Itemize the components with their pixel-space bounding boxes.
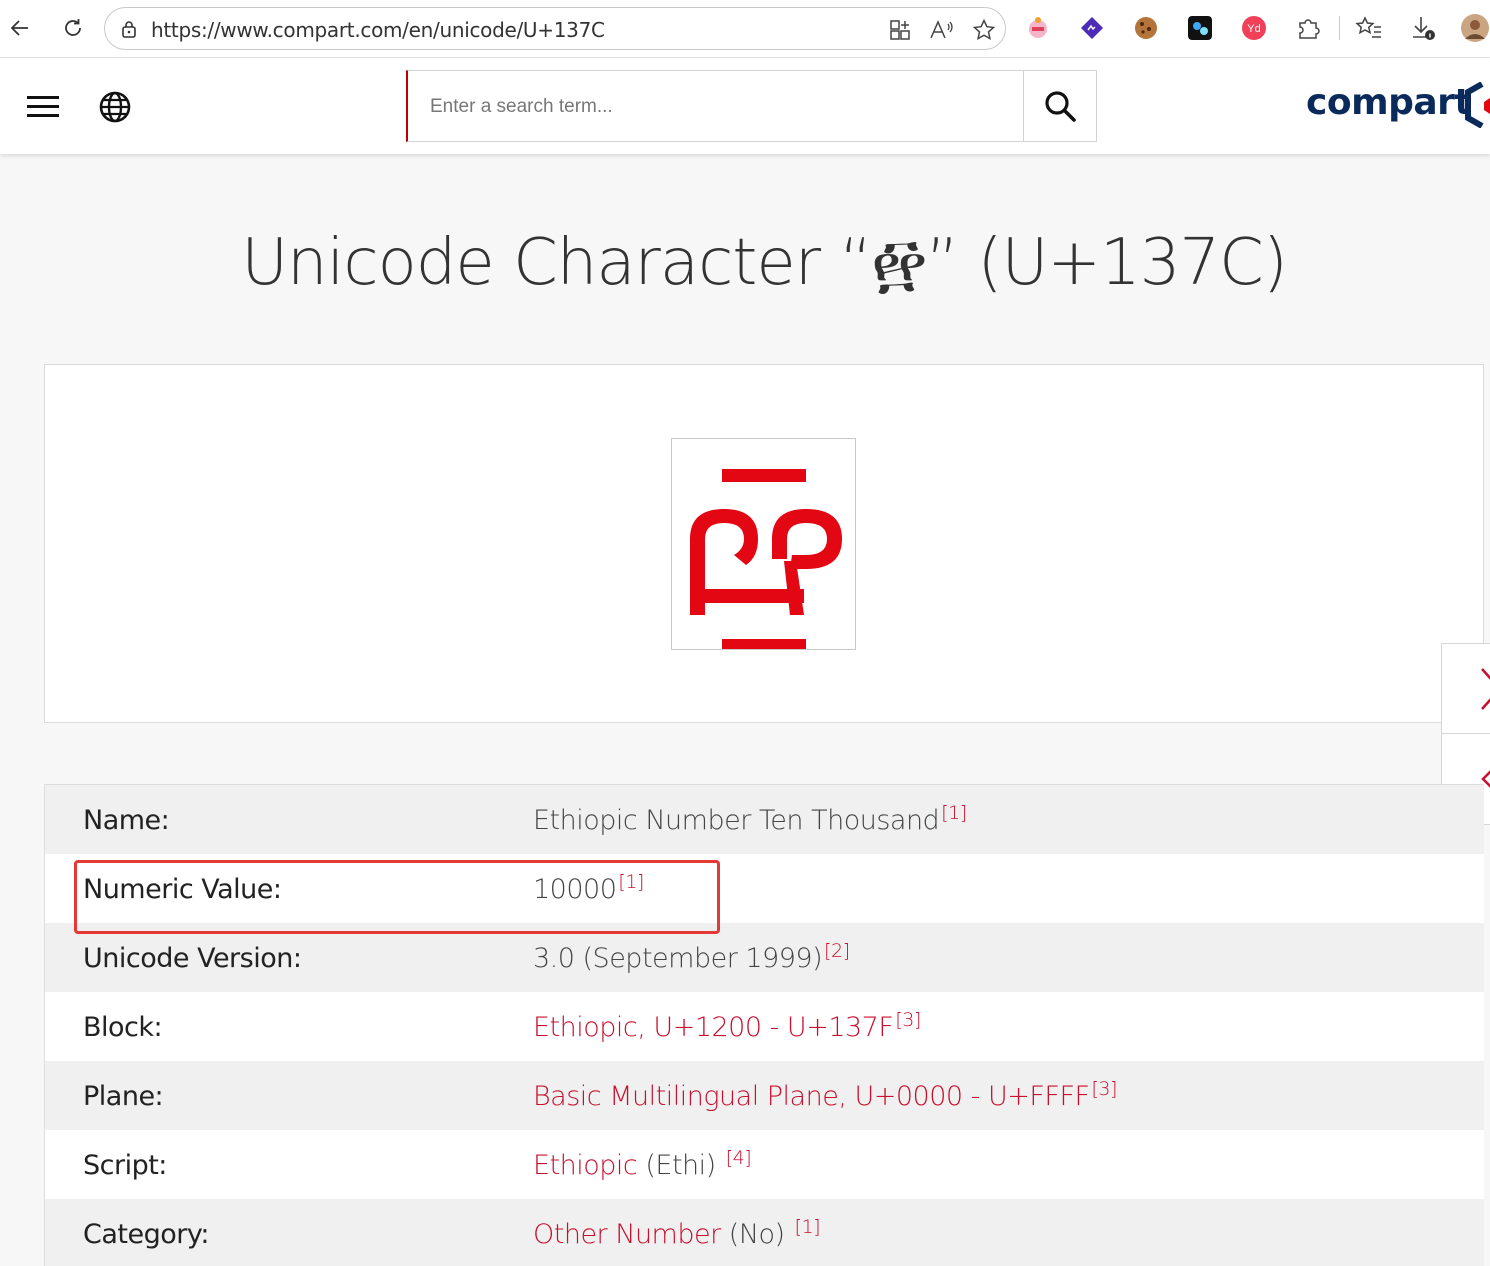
- table-row: Name: Ethiopic Number Ten Thousand [1]: [45, 785, 1484, 854]
- back-button[interactable]: [4, 12, 36, 44]
- script-link[interactable]: Ethiopic: [533, 1150, 638, 1181]
- refresh-icon: [65, 19, 81, 36]
- extensions-puzzle-icon[interactable]: [1293, 13, 1323, 43]
- next-character-button[interactable]: [1442, 644, 1490, 734]
- reference-link[interactable]: [3]: [895, 1009, 921, 1031]
- properties-table: Name: Ethiopic Number Ten Thousand [1] Nu…: [44, 784, 1484, 1266]
- extension-4-icon[interactable]: [1185, 13, 1215, 43]
- yd-extension-icon[interactable]: Yd: [1239, 13, 1269, 43]
- menu-icon[interactable]: [27, 96, 59, 118]
- script-code: (Ethi): [637, 1150, 724, 1181]
- value-text: 3.0 (September 1999): [533, 943, 823, 974]
- property-label: Script:: [83, 1150, 167, 1181]
- property-label: Block:: [83, 1012, 163, 1043]
- block-link[interactable]: Ethiopic, U+1200 - U+137F: [533, 1012, 894, 1043]
- downloads-icon[interactable]: [1408, 13, 1438, 43]
- globe-icon[interactable]: [98, 90, 132, 129]
- category-link[interactable]: Other Number: [533, 1219, 721, 1250]
- site-header: compart: [0, 58, 1490, 154]
- category-code: (No): [720, 1219, 793, 1250]
- property-value: Basic Multilingual Plane, U+0000 - U+FFF…: [533, 1078, 1118, 1113]
- read-aloud-icon[interactable]: [929, 17, 955, 43]
- search-input[interactable]: [430, 91, 1020, 123]
- property-label: Unicode Version:: [83, 943, 302, 974]
- compart-logo-mark: [1464, 81, 1490, 133]
- property-value: Ethiopic, U+1200 - U+137F [3]: [533, 1009, 921, 1044]
- table-row: Plane: Basic Multilingual Plane, U+0000 …: [45, 1061, 1484, 1130]
- plane-link[interactable]: Basic Multilingual Plane, U+0000 - U+FFF…: [533, 1081, 1090, 1112]
- property-value: Other Number (No) [1]: [533, 1216, 821, 1251]
- lock-icon: [119, 19, 139, 44]
- toolbar-separator: [1339, 16, 1340, 40]
- browser-toolbar: https://www.compart.com/en/unicode/U+137…: [0, 0, 1490, 58]
- address-bar[interactable]: https://www.compart.com/en/unicode/U+137…: [104, 7, 1006, 50]
- ethiopic-ten-thousand-glyph: [690, 469, 842, 652]
- url-text: https://www.compart.com/en/unicode/U+137…: [151, 18, 605, 42]
- cookie-extension-icon[interactable]: [1131, 13, 1161, 43]
- property-value: 3.0 (September 1999) [2]: [533, 940, 850, 975]
- property-label: Category:: [83, 1219, 209, 1250]
- refresh-button[interactable]: [57, 12, 89, 44]
- reference-link[interactable]: [1]: [941, 802, 967, 824]
- property-value: Ethiopic Number Ten Thousand [1]: [533, 802, 967, 837]
- property-label: Name:: [83, 805, 170, 836]
- property-label: Plane:: [83, 1081, 164, 1112]
- extension-1-icon[interactable]: [1023, 13, 1053, 43]
- property-value: Ethiopic (Ethi) [4]: [533, 1147, 752, 1182]
- profile-avatar[interactable]: [1460, 13, 1490, 43]
- app-available-icon[interactable]: [887, 17, 913, 43]
- reference-link[interactable]: [2]: [824, 940, 850, 962]
- svg-text:Yd: Yd: [1247, 23, 1260, 35]
- back-arrow-icon: [10, 20, 28, 36]
- search-button[interactable]: [1023, 71, 1096, 141]
- search-box: [406, 70, 1097, 142]
- numeric-value-highlight: [74, 860, 720, 934]
- value-text: Ethiopic Number Ten Thousand: [533, 805, 940, 836]
- glyph-panel: [44, 364, 1484, 723]
- reference-link[interactable]: [4]: [726, 1147, 752, 1169]
- favorites-icon[interactable]: [1354, 13, 1384, 43]
- page-title: Unicode Character “፼” (U+137C): [241, 226, 1288, 300]
- chevron-right-icon: [1481, 667, 1490, 710]
- table-row: Script: Ethiopic (Ethi) [4]: [45, 1130, 1484, 1199]
- table-row: Category: Other Number (No) [1]: [45, 1199, 1484, 1266]
- extension-2-icon[interactable]: [1077, 13, 1107, 43]
- compart-logo[interactable]: compart: [1306, 82, 1472, 123]
- reference-link[interactable]: [1]: [795, 1216, 821, 1238]
- reference-link[interactable]: [3]: [1092, 1078, 1118, 1100]
- search-icon: [1045, 91, 1076, 122]
- favorite-star-icon[interactable]: [971, 17, 997, 43]
- glyph-preview: [671, 438, 856, 652]
- table-row: Block: Ethiopic, U+1200 - U+137F [3]: [45, 992, 1484, 1061]
